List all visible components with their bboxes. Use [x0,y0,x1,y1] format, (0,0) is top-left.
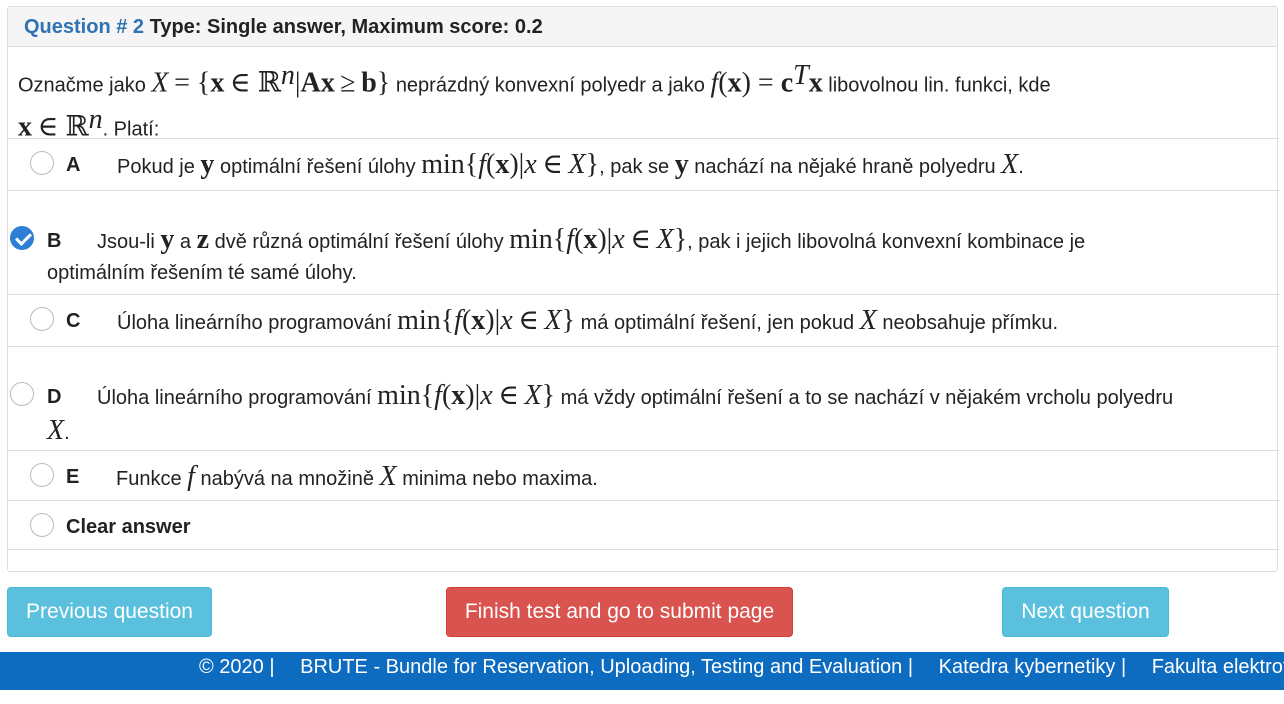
option-letter: C [66,310,81,332]
footer-brute-link[interactable]: BRUTE - Bundle for Reservation, Uploadin… [300,656,913,678]
footer-department-link[interactable]: Katedra kybernetiky | [939,656,1127,678]
radio-option-c[interactable] [30,307,54,331]
math-formula: X [151,67,169,99]
footer-faculty-link[interactable]: Fakulta elektrotechnická [1152,656,1284,678]
clear-answer-label: Clear answer [66,516,191,538]
option-letter: B [47,230,62,252]
question-number: Question # 2 [24,16,145,38]
radio-clear-answer[interactable] [30,513,54,537]
option-text: Pokud je y optimální řešení úlohy min{f(… [117,149,1024,180]
question-panel: Question # 2 Type: Single answer, Maximu… [7,6,1279,572]
next-question-button[interactable]: Next question [1002,587,1169,637]
option-c[interactable]: C Úloha lineárního programování min{f(x)… [8,294,1279,346]
option-text: Jsou-li y a z dvě různá optimální řešení… [97,224,1086,255]
question-type: Type: Single answer, Maximum score: 0.2 [149,16,543,38]
option-text: Úloha lineárního programování min{f(x)|x… [97,380,1174,411]
option-letter: E [66,466,80,488]
finish-test-button[interactable]: Finish test and go to submit page [446,587,793,637]
option-d[interactable]: D Úloha lineárního programování min{f(x)… [8,346,1279,450]
option-a[interactable]: A Pokud je y optimální řešení úlohy min{… [8,138,1279,190]
previous-question-button[interactable]: Previous question [7,587,212,637]
option-letter: A [66,154,81,176]
option-text-continued: optimálním řešením té samé úlohy. [47,262,357,284]
radio-option-d[interactable] [10,382,34,406]
radio-option-a[interactable] [30,151,54,175]
radio-option-b-checked[interactable] [10,226,34,250]
footer: © 2020 | BRUTE - Bundle for Reservation,… [0,652,1284,690]
option-e[interactable]: E Funkce f nabývá na množině X minima ne… [8,450,1279,502]
option-text: Úloha lineárního programování min{f(x)|x… [117,305,1059,336]
footer-copyright: © 2020 | [199,656,275,678]
option-text-continued: X. [47,415,70,446]
option-clear-answer[interactable]: Clear answer [8,500,1279,550]
question-header: Question # 2 Type: Single answer, Maximu… [8,7,1277,47]
question-text: Označme jako X = {x ∈ ℝn|Ax ≥ b} neprázd… [18,60,1051,143]
option-text: Funkce f nabývá na množině X minima nebo… [116,461,598,492]
option-b[interactable]: B Jsou-li y a z dvě různá optimální řeše… [8,190,1279,294]
radio-option-e[interactable] [30,463,54,487]
option-letter: D [47,386,62,408]
